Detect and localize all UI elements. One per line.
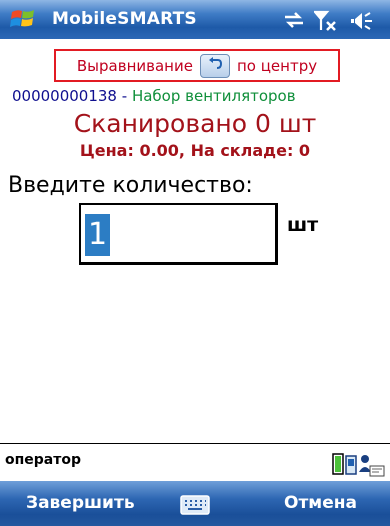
product-separator: - <box>116 87 132 105</box>
price-stock-line: Цена: 0.00, На складе: 0 <box>79 141 311 160</box>
product-name: Набор вентиляторов <box>131 87 296 105</box>
volume-icon[interactable] <box>350 10 376 36</box>
product-line: 00000000138 - Набор вентиляторов <box>12 87 390 105</box>
quantity-value[interactable]: 1 <box>85 214 111 256</box>
quantity-input[interactable]: 1 <box>79 203 278 265</box>
main-content: Выравнивание по центру 00000000138 - Наб… <box>0 39 390 443</box>
alignment-label: Выравнивание <box>76 56 193 75</box>
cancel-softkey[interactable]: Отмена <box>284 481 357 526</box>
windows-start-icon[interactable] <box>10 8 36 30</box>
keyboard-icon[interactable] <box>180 495 210 519</box>
quantity-prompt: Введите количество: <box>8 173 253 198</box>
signal-off-icon[interactable] <box>312 10 340 36</box>
status-bar: оператор <box>0 443 390 481</box>
battery-device-icon[interactable] <box>332 450 388 482</box>
app-title: MobileSMARTS <box>52 9 197 29</box>
alignment-control: Выравнивание по центру <box>54 49 340 82</box>
operator-label: оператор <box>5 452 82 468</box>
undo-arrow-icon <box>207 56 223 75</box>
finish-softkey[interactable]: Завершить <box>26 481 135 526</box>
scanned-count: Сканировано 0 шт <box>73 109 317 138</box>
alignment-value: по центру <box>236 56 318 75</box>
title-bar: MobileSMARTS <box>0 0 390 39</box>
connectivity-icon[interactable] <box>282 10 306 34</box>
product-code: 00000000138 <box>12 87 117 105</box>
alignment-toggle-button[interactable] <box>199 53 230 78</box>
softkey-bar: Завершить Отмена <box>0 481 390 526</box>
quantity-unit: шт <box>287 214 319 236</box>
